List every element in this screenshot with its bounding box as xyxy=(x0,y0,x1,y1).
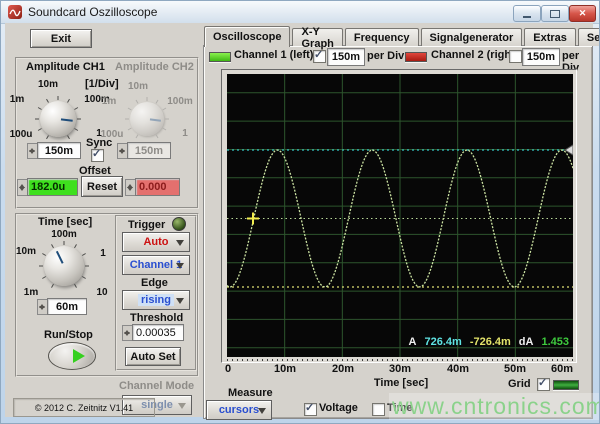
minimize-button[interactable] xyxy=(513,5,541,22)
channel1-color-swatch xyxy=(209,52,231,62)
grid-checkbox[interactable] xyxy=(537,378,550,391)
title-bar: Soundcard Oszilloscope ✕ xyxy=(1,1,600,24)
channel2-label: Channel 2 (right) xyxy=(431,49,518,61)
app-icon xyxy=(8,5,22,19)
time-field[interactable]: 60m xyxy=(47,298,87,315)
window-title: Soundcard Oszilloscope xyxy=(28,5,157,19)
sync-checkbox[interactable] xyxy=(91,149,104,162)
trigger-source-dropdown[interactable]: Channel 1 xyxy=(122,255,190,275)
scope-display[interactable] xyxy=(227,74,573,357)
channel-mode-label: Channel Mode xyxy=(119,380,194,392)
x-tick-50m: 50m xyxy=(500,363,530,375)
tab-label: Frequency xyxy=(354,32,410,44)
threshold-label: Threshold xyxy=(130,312,183,324)
x-tick-0: 0 xyxy=(225,363,237,375)
amplitude-ch2-knob[interactable] xyxy=(121,93,173,145)
time-knob[interactable] xyxy=(36,238,92,294)
threshold-field[interactable]: 0.00035 xyxy=(132,324,184,341)
tab-xy-graph[interactable]: X-Y Graph xyxy=(292,28,342,46)
waveform-canvas xyxy=(227,74,573,357)
offset-reset-button[interactable]: Reset xyxy=(81,176,123,197)
x-tick-10m: 10m xyxy=(270,363,300,375)
per-div-unit-label: [1/Div] xyxy=(85,78,119,90)
trigger-led xyxy=(172,217,186,231)
channel1-label: Channel 1 (left) xyxy=(234,49,313,61)
maximize-icon xyxy=(550,10,560,18)
channel1-per-div-label: per Div xyxy=(367,50,404,62)
tab-label: X-Y Graph xyxy=(301,26,333,50)
time-dial-10m: 10m xyxy=(14,246,38,257)
x-tick-60m: 60m xyxy=(545,363,573,375)
x-tick-30m: 30m xyxy=(385,363,415,375)
offset-ch1-field[interactable]: 182.0u xyxy=(27,178,78,196)
close-icon: ✕ xyxy=(579,8,587,19)
channel2-color-swatch xyxy=(405,52,427,62)
ch1-dial-1m: 1m xyxy=(7,94,27,105)
ch2-dial-1m: 1m xyxy=(100,96,118,107)
trigger-source-value: Channel 1 xyxy=(130,259,183,271)
exit-button[interactable]: Exit xyxy=(30,29,92,48)
cursor-a-value: 726.4m xyxy=(425,336,462,348)
tab-strip: Oscilloscope X-Y Graph Frequency Signalg… xyxy=(204,26,590,46)
tab-label: Oscilloscope xyxy=(213,31,281,43)
time-checkbox[interactable] xyxy=(372,403,385,416)
time-dial-10: 10 xyxy=(93,287,111,298)
ch2-dial-10m: 10m xyxy=(127,81,149,92)
tab-settings[interactable]: Settings xyxy=(578,28,600,46)
cursors-value: cursors xyxy=(219,404,259,416)
channel2-per-div-field[interactable]: 150m xyxy=(522,48,560,66)
tab-oscilloscope[interactable]: Oscilloscope xyxy=(204,26,290,47)
channel2-enable-checkbox[interactable] xyxy=(509,50,522,63)
ch1-dial-10m: 10m xyxy=(37,79,59,90)
tab-extras[interactable]: Extras xyxy=(524,28,576,46)
tab-signalgenerator[interactable]: Signalgenerator xyxy=(421,28,523,46)
amplitude-ch2-title: Amplitude CH2 xyxy=(115,61,194,73)
trigger-title: Trigger xyxy=(128,219,165,231)
voltage-checkbox[interactable] xyxy=(304,403,317,416)
runstop-label: Run/Stop xyxy=(44,329,93,341)
measure-cursors-dropdown[interactable]: cursors xyxy=(206,400,272,420)
ch2-dial-1: 1 xyxy=(179,128,191,139)
trigger-mode-dropdown[interactable]: Auto xyxy=(122,232,190,252)
offset-ch2-field[interactable]: 0.000 xyxy=(135,178,180,196)
edge-label: Edge xyxy=(141,277,168,289)
trigger-edge-value: rising xyxy=(138,294,174,306)
time-title: Time [sec] xyxy=(38,216,92,228)
cursor-da-label: dA xyxy=(519,336,534,348)
x-axis-label: Time [sec] xyxy=(371,377,431,389)
grid-label: Grid xyxy=(508,378,531,390)
tab-frequency[interactable]: Frequency xyxy=(345,28,419,46)
minimize-icon xyxy=(523,16,531,18)
x-tick-20m: 20m xyxy=(328,363,358,375)
grid-color-swatch xyxy=(553,380,579,390)
maximize-button[interactable] xyxy=(541,5,569,22)
trigger-edge-dropdown[interactable]: rising xyxy=(122,290,190,310)
autoset-button[interactable]: Auto Set xyxy=(125,347,181,366)
measure-title: Measure xyxy=(228,387,273,399)
app-window: Soundcard Oszilloscope ✕ Exit Amplitude … xyxy=(0,0,600,424)
copyright-bar: © 2012 C. Zeitnitz V1.41 xyxy=(13,398,155,417)
channel1-enable-checkbox[interactable] xyxy=(313,50,326,63)
x-axis-ruler xyxy=(227,359,573,361)
cursor-da-value: 1.453 xyxy=(541,336,569,348)
x-tick-40m: 40m xyxy=(443,363,473,375)
ch1-dial-100u: 100u xyxy=(7,129,35,140)
channel1-per-div-field[interactable]: 150m xyxy=(327,48,365,66)
cursor-a-label: A xyxy=(409,336,417,348)
tab-label: Settings xyxy=(587,32,600,44)
amplitude-ch1-knob[interactable] xyxy=(32,93,84,145)
runstop-button[interactable] xyxy=(48,342,96,370)
close-button[interactable]: ✕ xyxy=(569,5,596,22)
run-arrow-icon xyxy=(73,349,92,363)
trigger-mode-value: Auto xyxy=(143,236,168,248)
cursor-b-value: -726.4m xyxy=(470,336,511,348)
watermark: www.cntronics.com xyxy=(389,393,600,420)
tab-label: Extras xyxy=(533,32,567,44)
tab-label: Signalgenerator xyxy=(430,32,514,44)
time-dial-1: 1 xyxy=(97,248,109,259)
voltage-label: Voltage xyxy=(319,402,358,414)
cursor-readout: A 726.4m -726.4m dA 1.453 xyxy=(397,336,569,348)
amplitude-ch1-title: Amplitude CH1 xyxy=(26,61,105,73)
